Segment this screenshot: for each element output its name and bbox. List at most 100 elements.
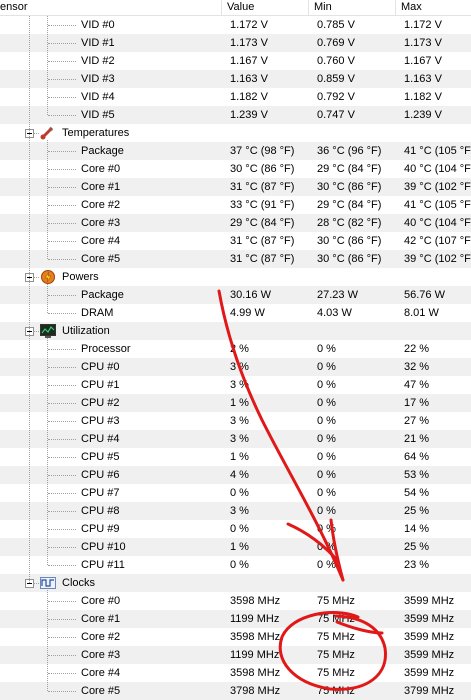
sensor-min: 0 % xyxy=(317,397,336,409)
sensor-min: 0.760 V xyxy=(317,55,355,67)
sensor-name: CPU #0 xyxy=(81,361,120,373)
tree-leaf-line xyxy=(48,187,76,188)
tree-trunk-line xyxy=(29,16,30,583)
sensor-value: 37 °C (98 °F) xyxy=(230,145,295,157)
tree-leaf-line xyxy=(48,385,76,386)
tree-leaf-line xyxy=(48,259,76,260)
sensor-tree: VID #0 1.172 V 0.785 V 1.172 V VID #1 1.… xyxy=(0,16,471,700)
sensor-max: 1.182 V xyxy=(404,91,442,103)
sensor-value: 31 °C (87 °F) xyxy=(230,181,295,193)
tree-leaf-line xyxy=(48,529,76,530)
tree-child-line xyxy=(47,590,48,691)
sensor-name: Package xyxy=(81,145,124,157)
tree-leaf-line xyxy=(48,61,76,62)
sensor-name: Core #1 xyxy=(81,613,121,625)
sensor-value: 1 % xyxy=(230,397,249,409)
sensor-max: 1.167 V xyxy=(404,55,442,67)
sensor-max: 3599 MHz xyxy=(404,631,455,643)
sensor-min: 0 % xyxy=(317,559,336,571)
group-temperatures[interactable]: Temperatures xyxy=(0,124,471,142)
sensor-min: 75 MHz xyxy=(317,685,355,697)
tree-leaf-line xyxy=(48,511,76,512)
tree-leaf-line xyxy=(48,223,76,224)
tree-leaf-line xyxy=(48,439,76,440)
tree-leaf-line xyxy=(48,115,76,116)
sensor-value: 4 % xyxy=(230,469,249,481)
sensor-max: 3799 MHz xyxy=(404,685,455,697)
group-label: Utilization xyxy=(62,325,110,337)
sensor-min: 0.859 V xyxy=(317,73,355,85)
sensor-max: 42 °C (107 °F) xyxy=(404,235,471,247)
sensor-min: 29 °C (84 °F) xyxy=(317,163,382,175)
group-label: Clocks xyxy=(62,577,96,589)
sensor-max: 53 % xyxy=(404,469,430,481)
sensor-value: 31 °C (87 °F) xyxy=(230,253,295,265)
clock-wave-icon xyxy=(40,576,56,590)
group-label: Temperatures xyxy=(62,127,130,139)
sensor-min: 0 % xyxy=(317,487,336,499)
sensor-max: 1.172 V xyxy=(404,19,442,31)
sensor-max: 1.163 V xyxy=(404,73,442,85)
sensor-value: 30 °C (86 °F) xyxy=(230,163,295,175)
sensor-max: 17 % xyxy=(404,397,430,409)
sensor-max: 25 % xyxy=(404,505,430,517)
sensor-max: 25 % xyxy=(404,541,430,553)
sensor-min: 0 % xyxy=(317,523,336,535)
group-utilization[interactable]: Utilization xyxy=(0,322,471,340)
sensor-max: 21 % xyxy=(404,433,430,445)
tree-branch-line xyxy=(33,583,39,584)
sensor-value: 1 % xyxy=(230,451,249,463)
sensor-name: VID #0 xyxy=(81,19,115,31)
sensor-name: Core #0 xyxy=(81,595,121,607)
sensor-min: 30 °C (86 °F) xyxy=(317,235,382,247)
utilization-monitor-icon xyxy=(40,324,56,338)
min-column-header[interactable]: Min xyxy=(309,0,396,16)
group-clocks[interactable]: Clocks xyxy=(0,574,471,592)
sensor-name: VID #4 xyxy=(81,91,115,103)
sensor-value: 3 % xyxy=(230,361,249,373)
sensor-name: Core #2 xyxy=(81,199,121,211)
sensor-max: 3599 MHz xyxy=(404,667,455,679)
tree-leaf-line xyxy=(48,565,76,566)
sensor-name: Core #5 xyxy=(81,253,121,265)
sensor-value: 2 % xyxy=(230,343,249,355)
group-powers[interactable]: Powers xyxy=(0,268,471,286)
sensor-name: CPU #6 xyxy=(81,469,120,481)
tree-child-line xyxy=(47,338,48,565)
sensor-min: 0.792 V xyxy=(317,91,355,103)
tree-leaf-line xyxy=(48,169,76,170)
tree-leaf-line xyxy=(48,97,76,98)
sensor-max: 41 °C (105 °F) xyxy=(404,199,471,211)
sensor-name: Core #3 xyxy=(81,649,121,661)
sensor-value: 1.163 V xyxy=(230,73,268,85)
tree-leaf-line xyxy=(48,655,76,656)
sensor-name: Processor xyxy=(81,343,131,355)
tree-leaf-line xyxy=(48,79,76,80)
sensor-value: 4.99 W xyxy=(230,307,265,319)
sensor-name: VID #2 xyxy=(81,55,115,67)
sensor-name: CPU #7 xyxy=(81,487,120,499)
sensor-value: 3598 MHz xyxy=(230,631,281,643)
sensor-value: 1.167 V xyxy=(230,55,268,67)
tree-leaf-line xyxy=(48,619,76,620)
tree-leaf-line xyxy=(48,367,76,368)
sensor-min: 28 °C (82 °F) xyxy=(317,217,382,229)
sensor-min: 0.747 V xyxy=(317,109,355,121)
sensor-value: 3598 MHz xyxy=(230,667,281,679)
tree-leaf-line xyxy=(48,421,76,422)
tree-leaf-line xyxy=(48,25,76,26)
max-column-header[interactable]: Max xyxy=(396,0,471,16)
sensor-name: CPU #4 xyxy=(81,433,120,445)
sensor-column-header[interactable]: ensor xyxy=(0,0,222,16)
sensor-name: DRAM xyxy=(81,307,114,319)
sensor-value: 1.182 V xyxy=(230,91,268,103)
sensor-name: CPU #10 xyxy=(81,541,126,553)
sensor-max: 3599 MHz xyxy=(404,595,455,607)
tree-leaf-line xyxy=(48,691,76,692)
value-column-header[interactable]: Value xyxy=(222,0,309,16)
sensor-max: 3599 MHz xyxy=(404,649,455,661)
tree-branch-line xyxy=(33,277,39,278)
sensor-max: 54 % xyxy=(404,487,430,499)
sensor-min: 0 % xyxy=(317,415,336,427)
sensor-max: 39 °C (102 °F) xyxy=(404,181,471,193)
